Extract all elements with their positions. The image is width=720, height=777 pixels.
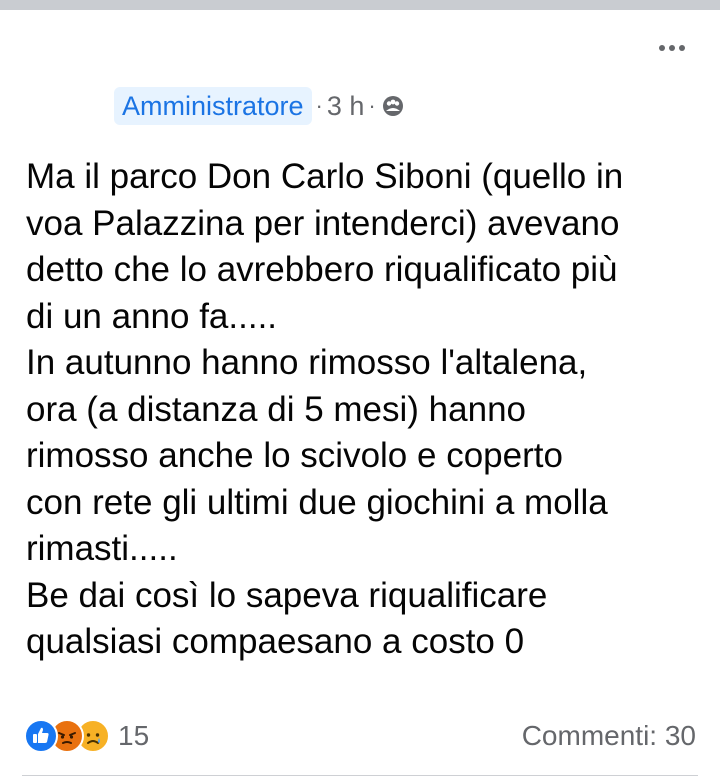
post-text-line: detto che lo avrebbero riqualificato più	[26, 250, 618, 289]
top-strip	[0, 0, 720, 10]
more-dot	[679, 45, 685, 51]
meta-separator: ·	[368, 93, 376, 118]
post-text-line: di un anno fa.....	[26, 296, 278, 336]
post-text-line: In autunno hanno rimosso l'altalena,	[26, 343, 588, 382]
reactions-summary[interactable]: 15	[24, 715, 149, 757]
post-text-line: ora (a distanza di 5 mesi) hanno	[26, 389, 526, 429]
post-text-line: qualsiasi compaesano a costo 0	[26, 622, 525, 661]
reaction-count: 15	[118, 720, 150, 751]
post-meta: Amministratore · 3 h ·	[114, 87, 404, 125]
post-text-line: Ma il parco Don Carlo Siboni (quello in	[26, 157, 624, 196]
post-text-line: con rete gli ultimi due giochini a molla	[26, 482, 608, 522]
role-badge[interactable]: Amministratore	[114, 87, 312, 125]
more-options-button[interactable]	[652, 36, 692, 60]
meta-separator: ·	[315, 93, 323, 118]
like-icon	[24, 719, 58, 753]
comments-count-link[interactable]: Commenti: 30	[522, 715, 696, 757]
post-text-line: rimasti.....	[26, 529, 178, 568]
more-dot	[659, 45, 665, 51]
more-dot	[669, 45, 675, 51]
post-timestamp[interactable]: 3 h	[327, 91, 365, 122]
post-body: Ma il parco Don Carlo Siboni (quello in …	[26, 154, 706, 666]
post-text-line: Be dai così lo sapeva riqualificare	[26, 575, 548, 615]
post-text-line: voa Palazzina per intenderci) avevano	[26, 203, 620, 243]
post-text-line: rimosso anche lo scivolo e coperto	[26, 436, 563, 475]
group-privacy-icon[interactable]	[382, 95, 404, 117]
divider	[22, 775, 698, 776]
